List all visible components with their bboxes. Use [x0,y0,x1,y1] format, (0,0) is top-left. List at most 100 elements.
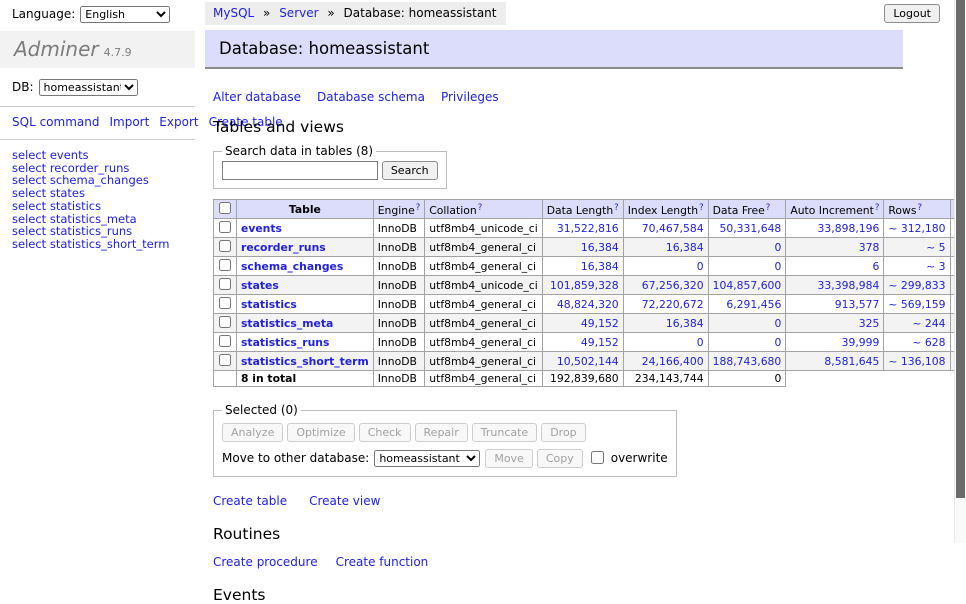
action-create-procedure[interactable]: Create procedure [213,555,318,569]
table-header-row: TableEngine?Collation?Data Length?Index … [214,200,966,219]
footer-index-length: 234,143,744 [623,371,708,387]
cell-collation: utf8mb4_general_ci [425,257,542,276]
sidebar-actions: SQL commandImportExportCreate table [0,107,195,139]
table-name-link[interactable]: statistics_meta [241,317,333,330]
cell-table-name: schema_changes [237,257,374,276]
move-button[interactable]: Move [485,449,533,468]
cell-data-length: 49,152 [542,333,623,352]
copy-button[interactable]: Copy [537,449,583,468]
vertical-scrollbar[interactable] [954,0,966,543]
cell-auto-increment: 913,577 [786,295,884,314]
overwrite-checkbox[interactable] [591,451,604,464]
table-name-link[interactable]: events [241,222,282,235]
cell-rows: ~ 628 [884,333,950,352]
drop-button[interactable]: Drop [541,423,585,442]
action-create-view[interactable]: Create view [309,494,380,508]
cell-data-length: 101,859,328 [542,276,623,295]
table-name-link[interactable]: states [241,279,279,292]
footer-engine: InnoDB [373,371,425,387]
table-name-link[interactable]: schema_changes [241,260,343,273]
cell-data-length: 49,152 [542,314,623,333]
help-icon[interactable]: ? [699,203,704,213]
cell-rows: ~ 312,180 [884,219,950,238]
sidebar-item-select-events[interactable]: select events [12,149,183,162]
row-checkbox[interactable] [219,354,231,366]
cell-data-free: 0 [708,238,786,257]
table-row: statistics InnoDButf8mb4_general_ci48,824… [214,295,966,314]
sidebar-action-import[interactable]: Import [109,115,149,129]
sidebar-item-select-states[interactable]: select states [12,187,183,200]
table-name-link[interactable]: statistics_short_term [241,355,369,368]
move-db-select[interactable]: homeassistant [374,450,480,467]
table-row: statistics_metaInnoDButf8mb4_general_ci4… [214,314,966,333]
action-create-function[interactable]: Create function [336,555,429,569]
help-icon[interactable]: ? [875,203,880,213]
cell-data-length: 48,824,320 [542,295,623,314]
select-all-checkbox[interactable] [219,202,231,214]
row-checkbox[interactable] [219,316,231,328]
breadcrumb-item[interactable]: MySQL [213,6,254,20]
table-name-link[interactable]: recorder_runs [241,241,326,254]
sidebar-item-select-statistics[interactable]: select statistics [12,200,183,213]
check-button[interactable]: Check [359,423,411,442]
search-input[interactable] [222,161,378,180]
help-icon[interactable]: ? [416,203,421,213]
section-tables-heading: Tables and views [213,118,957,136]
cell-table-name: statistics_short_term [237,352,374,371]
cell-auto-increment: 378 [786,238,884,257]
help-icon[interactable]: ? [614,203,619,213]
cell-collation: utf8mb4_general_ci [425,295,542,314]
menu-link-database-schema[interactable]: Database schema [317,90,425,104]
sidebar-action-sql-command[interactable]: SQL command [12,115,99,129]
cell-table-name: statistics_meta [237,314,374,333]
db-row: DB: homeassistant [0,68,195,106]
move-row: Move to other database:homeassistantMove… [222,449,668,468]
truncate-button[interactable]: Truncate [472,423,537,442]
row-checkbox[interactable] [219,335,231,347]
db-label: DB: [12,80,34,94]
row-checkbox[interactable] [219,221,231,233]
row-checkbox[interactable] [219,278,231,290]
cell-engine: InnoDB [373,295,425,314]
action-create-table[interactable]: Create table [213,494,287,508]
overwrite-label: overwrite [611,451,668,465]
language-row: Language:English [0,0,195,28]
column-header-data-length: Data Length? [542,200,623,219]
sidebar: Language:English Adminer4.7.9 DB:homeass… [0,0,195,251]
column-header-collation: Collation? [425,200,542,219]
cell-data-free: 50,331,648 [708,219,786,238]
scrollbar-thumb[interactable] [956,0,965,498]
cell-index-length: 0 [623,333,708,352]
row-checkbox-cell [214,295,237,314]
help-icon[interactable]: ? [766,203,771,213]
db-select[interactable]: homeassistant [39,79,138,96]
row-checkbox[interactable] [219,297,231,309]
cell-rows: ~ 299,833 [884,276,950,295]
help-icon[interactable]: ? [478,203,483,213]
menu-link-privileges[interactable]: Privileges [441,90,499,104]
search-button[interactable]: Search [382,161,438,180]
sidebar-item-select-statistics_short_term[interactable]: select statistics_short_term [12,238,183,251]
row-checkbox-cell [214,257,237,276]
sidebar-action-export[interactable]: Export [159,115,198,129]
row-checkbox[interactable] [219,259,231,271]
help-icon[interactable]: ? [917,203,922,213]
cell-auto-increment: 325 [786,314,884,333]
breadcrumb-item[interactable]: Server [279,6,318,20]
row-checkbox[interactable] [219,240,231,252]
cell-table-name: statistics [237,295,374,314]
cell-collation: utf8mb4_general_ci [425,314,542,333]
table-name-link[interactable]: statistics [241,298,297,311]
analyze-button[interactable]: Analyze [222,423,283,442]
table-name-link[interactable]: statistics_runs [241,336,329,349]
cell-auto-increment: 39,999 [786,333,884,352]
repair-button[interactable]: Repair [415,423,468,442]
footer-checkbox-cell [214,371,237,387]
menu-link-alter-database[interactable]: Alter database [213,90,301,104]
selected-fieldset: Selected (0) AnalyzeOptimizeCheckRepairT… [213,403,677,477]
optimize-button[interactable]: Optimize [287,423,354,442]
cell-index-length: 70,467,584 [623,219,708,238]
cell-engine: InnoDB [373,219,425,238]
language-select[interactable]: English [80,6,170,23]
column-label: Data Length [547,204,613,217]
